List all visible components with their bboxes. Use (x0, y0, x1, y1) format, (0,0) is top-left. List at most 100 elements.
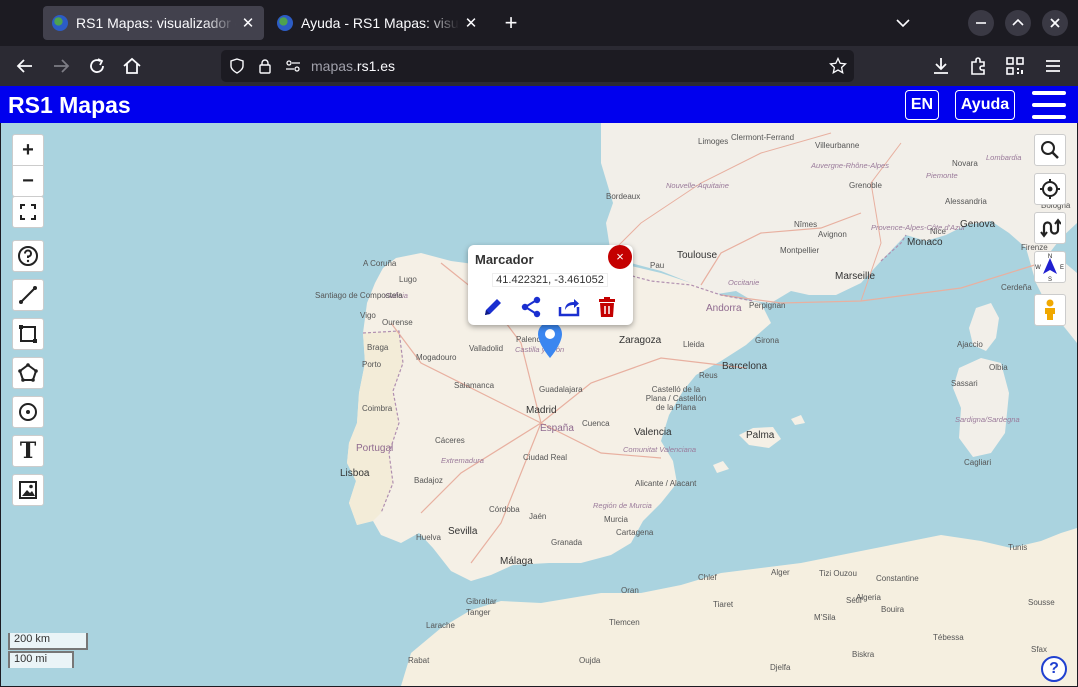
search-button[interactable] (1034, 134, 1066, 166)
shield-icon[interactable] (229, 58, 245, 74)
map-label-city: Avignon (818, 230, 847, 239)
zoom-out-button[interactable]: − (12, 165, 44, 197)
line-tool-icon (19, 286, 37, 304)
map-label-region: Nouvelle-Aquitaine (666, 181, 729, 190)
map-label-city: Nîmes (794, 220, 818, 229)
map-label-city: Cuenca (582, 419, 610, 428)
draw-line-button[interactable] (12, 279, 44, 311)
compass-button[interactable]: N S W E (1034, 251, 1066, 283)
floating-help-button[interactable]: ? (1041, 656, 1067, 682)
back-arrow-icon[interactable] (13, 54, 37, 78)
fullscreen-button[interactable] (12, 196, 44, 228)
map-label-city: Salamanca (454, 381, 495, 390)
route-button[interactable] (1034, 212, 1066, 244)
map-help-button[interactable] (12, 240, 44, 272)
marker-popup: Marcador × 41.422321, -3.461052 (468, 245, 633, 325)
compass-icon: N S W E (1035, 254, 1064, 282)
map-label-city: Montpellier (780, 246, 820, 255)
map-label-city: Coimbra (362, 404, 393, 413)
map-label-city: Alger (771, 568, 790, 577)
share-icon[interactable] (519, 295, 543, 319)
language-button[interactable]: EN (905, 90, 939, 120)
map-label-city: Cartagena (616, 528, 654, 537)
locate-me-button[interactable] (1034, 173, 1066, 205)
map-label-city: Bouira (881, 605, 905, 614)
map-label-city: Braga (367, 343, 389, 352)
map-label-city: Madrid (526, 405, 557, 416)
forward-arrow-icon[interactable] (49, 54, 73, 78)
map-label-city: Oujda (579, 656, 601, 665)
map-label-city: Cerdeña (1001, 283, 1032, 292)
text-tool-button[interactable]: T (12, 435, 44, 467)
map-label-city: Granada (551, 538, 583, 547)
map-label-region: Comunitat Valenciana (623, 445, 697, 454)
url-text: mapas.rs1.es (311, 58, 396, 74)
lock-icon[interactable] (258, 58, 272, 74)
tab-close-icon[interactable]: ✕ (236, 14, 260, 32)
marker-coordinates[interactable]: 41.422321, -3.461052 (492, 273, 608, 287)
map-label-city: Mogadouro (416, 353, 457, 362)
map-label-city: Novara (952, 159, 978, 168)
map-label-city: Ajaccio (957, 340, 983, 349)
map-label-city: Santiago de Compostela (315, 291, 403, 300)
minimize-button[interactable] (968, 10, 994, 36)
qr-code-icon[interactable] (1003, 54, 1027, 78)
draw-polygon-button[interactable] (12, 357, 44, 389)
map-label-country: Andorra (706, 303, 742, 314)
map-label-city: Tiaret (713, 600, 734, 609)
map-label-city: Zaragoza (619, 335, 662, 346)
map-label-city: Ourense (382, 318, 413, 327)
browser-tab-active[interactable]: RS1 Mapas: visualizador de ✕ (43, 6, 264, 40)
map-label-city: Reus (699, 371, 718, 380)
compass-n: N (1048, 254, 1052, 260)
question-circle-icon (18, 246, 38, 266)
map-label-city: Tizi Ouzou (819, 569, 857, 578)
permissions-icon[interactable] (285, 59, 301, 73)
list-all-tabs-button[interactable] (892, 10, 914, 36)
street-view-button[interactable] (1034, 294, 1066, 326)
map-label-city: Marseille (835, 271, 876, 282)
zoom-in-button[interactable]: + (12, 134, 44, 166)
map-label-city: Tébessa (933, 633, 964, 642)
polygon-tool-icon (18, 363, 38, 382)
image-icon (19, 481, 37, 499)
new-tab-button[interactable]: + (498, 9, 524, 37)
map-label-city: Tanger (466, 608, 491, 617)
extensions-icon[interactable] (966, 54, 990, 78)
tab-title: Ayuda - RS1 Mapas: visualiz (301, 15, 459, 31)
popup-close-button[interactable]: × (608, 245, 632, 269)
browser-tab-help[interactable]: Ayuda - RS1 Mapas: visualiz ✕ (268, 6, 487, 40)
crosshair-icon (1040, 179, 1060, 199)
compass-e: E (1060, 265, 1064, 271)
compass-s: S (1048, 277, 1052, 282)
draw-circle-button[interactable] (12, 396, 44, 428)
map-label-city: Lleida (683, 340, 705, 349)
map-marker-icon[interactable] (534, 320, 566, 360)
close-window-button[interactable] (1042, 10, 1068, 36)
app-title: RS1 Mapas (8, 92, 131, 118)
map-canvas[interactable]: España Portugal Andorra Monaco Galicia C… (1, 123, 1077, 686)
map-label-city: Djelfa (770, 663, 791, 672)
insert-image-button[interactable] (12, 474, 44, 506)
draw-rectangle-button[interactable] (12, 318, 44, 350)
map-label-region: Auvergne-Rhône-Alpes (811, 161, 889, 170)
hamburger-menu-icon[interactable] (1041, 54, 1065, 78)
map-label-city: Limoges (698, 137, 729, 146)
trash-icon[interactable] (595, 295, 619, 319)
scale-bar-km: 200 km (8, 633, 88, 650)
export-icon[interactable] (557, 295, 581, 319)
bookmark-star-icon[interactable] (829, 57, 847, 75)
reload-icon[interactable] (85, 54, 109, 78)
edit-pencil-icon[interactable] (481, 295, 505, 319)
url-bar[interactable]: mapas.rs1.es (221, 50, 854, 82)
map-label-city: Barcelona (722, 361, 768, 372)
chevron-up-icon (1012, 18, 1024, 26)
downloads-icon[interactable] (929, 54, 953, 78)
app-menu-button[interactable] (1031, 91, 1067, 119)
help-button[interactable]: Ayuda (955, 90, 1015, 120)
map-label-city: Toulouse (677, 250, 718, 261)
tab-close-icon[interactable]: ✕ (459, 14, 483, 32)
maximize-button[interactable] (1005, 10, 1031, 36)
map-label-region: Piemonte (926, 171, 958, 180)
home-icon[interactable] (120, 54, 144, 78)
